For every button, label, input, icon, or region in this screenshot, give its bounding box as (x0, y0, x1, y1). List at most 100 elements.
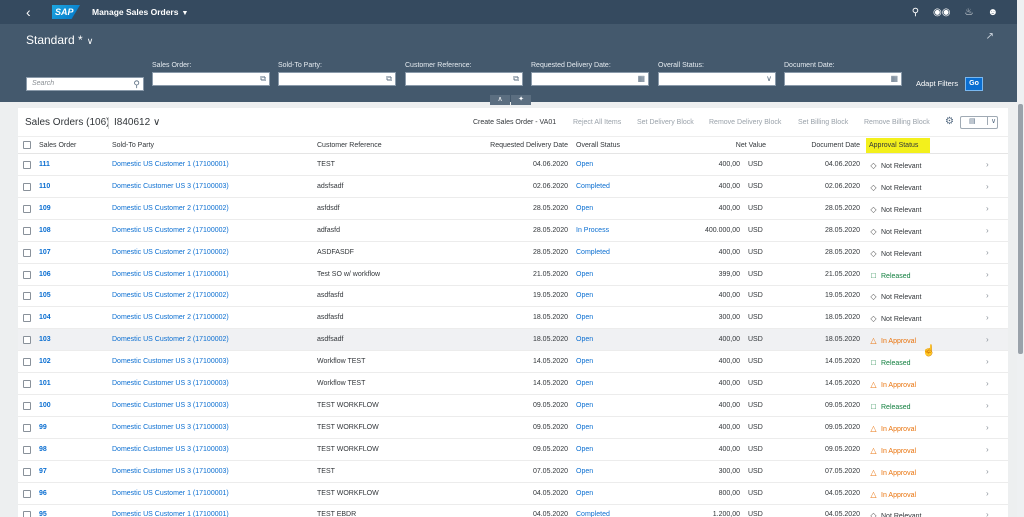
remove-delivery-block-button[interactable]: Remove Delivery Block (709, 119, 781, 126)
sold-to-party-link[interactable]: Domestic US Customer 2 (17100002) (112, 249, 229, 256)
adapt-filters-button[interactable]: Adapt Filters (916, 79, 958, 88)
value-help-icon[interactable]: ⧉ (513, 73, 519, 85)
sales-order-link[interactable]: 104 (39, 314, 51, 321)
overall-status-select[interactable]: ∨ (658, 72, 776, 86)
overall-status-link[interactable]: Open (576, 424, 593, 431)
sold-to-party-input[interactable]: ⧉ (278, 72, 396, 86)
overall-status-link[interactable]: Open (576, 358, 593, 365)
col-document-date[interactable]: Document Date (778, 142, 860, 149)
chevron-right-icon[interactable]: › (986, 335, 989, 344)
chevron-right-icon[interactable]: › (986, 270, 989, 279)
col-overall-status[interactable]: Overall Status (576, 142, 620, 149)
sap-logo[interactable]: SAP (52, 5, 80, 19)
overall-status-link[interactable]: Completed (576, 511, 610, 517)
table-row[interactable]: 105 Domestic US Customer 2 (17100002) asdf… (18, 285, 1008, 308)
create-sales-order-button[interactable]: Create Sales Order - VA01 (473, 119, 556, 126)
col-customer-reference[interactable]: Customer Reference (317, 142, 382, 149)
col-requested-delivery-date[interactable]: Requested Delivery Date (458, 142, 568, 149)
row-checkbox[interactable] (23, 292, 31, 301)
row-checkbox[interactable] (23, 445, 31, 454)
table-row[interactable]: 103 Domestic US Customer 2 (17100002) asdf… (18, 329, 1008, 352)
table-variant-selector[interactable]: I840612 ∨ (114, 117, 160, 128)
table-row[interactable]: 101 Domestic Customer US 3 (17100003) Work… (18, 373, 1008, 395)
overall-status-link[interactable]: Open (576, 205, 593, 212)
row-checkbox[interactable] (23, 161, 31, 169)
table-row[interactable]: 102 Domestic Customer US 3 (17100003) Work… (18, 351, 1008, 374)
chevron-right-icon[interactable]: › (986, 467, 989, 476)
search-icon[interactable]: ⚲ (912, 7, 919, 18)
table-row[interactable]: 95 Domestic US Customer 1 (17100001) TEST … (18, 504, 1008, 517)
sold-to-party-link[interactable]: Domestic Customer US 3 (17100003) (112, 424, 229, 431)
row-checkbox[interactable] (23, 314, 31, 323)
table-row[interactable]: 98 Domestic Customer US 3 (17100003) TEST … (18, 439, 1008, 461)
sales-order-link[interactable]: 109 (39, 205, 51, 212)
back-arrow-icon[interactable]: ‹ (26, 0, 48, 24)
go-button[interactable]: Go (965, 77, 983, 91)
table-row[interactable]: 108 Domestic US Customer 2 (17100002) adfa… (18, 220, 1008, 242)
sales-order-link[interactable]: 99 (39, 424, 47, 431)
sold-to-party-link[interactable]: Domestic US Customer 1 (17100001) (112, 490, 229, 497)
row-checkbox[interactable] (23, 358, 31, 367)
binoculars-icon[interactable]: ◉◉ (933, 7, 950, 18)
chevron-right-icon[interactable]: › (986, 423, 989, 432)
sales-order-link[interactable]: 110 (39, 183, 50, 190)
row-checkbox[interactable] (23, 204, 31, 213)
sales-order-link[interactable]: 111 (39, 161, 50, 168)
chevron-right-icon[interactable]: › (986, 357, 989, 366)
value-help-icon[interactable]: ⧉ (260, 73, 266, 85)
overall-status-link[interactable]: Open (576, 271, 593, 278)
sold-to-party-link[interactable]: Domestic Customer US 3 (17100003) (112, 446, 229, 453)
sales-order-link[interactable]: 105 (39, 292, 51, 299)
remove-billing-block-button[interactable]: Remove Billing Block (864, 119, 930, 126)
value-help-icon[interactable]: ⧉ (386, 73, 392, 85)
row-checkbox[interactable] (23, 336, 31, 345)
sales-order-link[interactable]: 108 (39, 227, 51, 234)
calendar-icon[interactable]: ▦ (890, 73, 898, 85)
overall-status-link[interactable]: Open (576, 314, 593, 321)
overall-status-link[interactable]: In Process (576, 227, 609, 234)
chevron-right-icon[interactable]: › (986, 291, 989, 300)
requested-delivery-date-input[interactable]: ▦ (531, 72, 649, 86)
variant-selector[interactable]: Standard * ∨ (26, 33, 93, 47)
sales-order-link[interactable]: 100 (39, 402, 51, 409)
row-checkbox[interactable] (23, 489, 31, 498)
chevron-right-icon[interactable]: › (986, 445, 989, 454)
col-net-value[interactable]: Net Value (678, 142, 766, 149)
chevron-right-icon[interactable]: › (986, 510, 989, 517)
chevron-right-icon[interactable]: › (986, 489, 989, 498)
table-row[interactable]: 107 Domestic US Customer 2 (17100002) ASDF… (18, 242, 1008, 264)
sold-to-party-link[interactable]: Domestic Customer US 3 (17100003) (112, 358, 229, 365)
search-input[interactable]: Search ⚲ (26, 77, 144, 91)
sold-to-party-link[interactable]: Domestic US Customer 2 (17100002) (112, 227, 229, 234)
share-icon[interactable]: ↗ (986, 31, 994, 42)
export-button[interactable]: ▤ ∨ (960, 116, 998, 129)
chevron-right-icon[interactable]: › (986, 379, 989, 388)
col-sold-to-party[interactable]: Sold-To Party (112, 142, 154, 149)
table-row[interactable]: 96 Domestic US Customer 1 (17100001) TEST … (18, 483, 1008, 505)
calendar-icon[interactable]: ▦ (637, 73, 645, 85)
sold-to-party-link[interactable]: Domestic US Customer 2 (17100002) (112, 205, 229, 212)
overall-status-link[interactable]: Completed (576, 183, 610, 190)
document-date-input[interactable]: ▦ (784, 72, 902, 86)
collapse-header-icon[interactable]: ∧ (490, 95, 510, 105)
sales-order-input[interactable]: ⧉ (152, 72, 270, 86)
col-approval-status[interactable]: Approval Status (869, 142, 918, 149)
sold-to-party-link[interactable]: Domestic US Customer 1 (17100001) (112, 161, 229, 168)
chevron-right-icon[interactable]: › (986, 401, 989, 410)
sales-order-link[interactable]: 96 (39, 490, 47, 497)
page-scrollbar[interactable] (1017, 0, 1024, 517)
col-sales-order[interactable]: Sales Order (39, 142, 76, 149)
overall-status-link[interactable]: Open (576, 446, 593, 453)
row-checkbox[interactable] (23, 226, 31, 235)
sales-order-link[interactable]: 95 (39, 511, 47, 517)
overall-status-link[interactable]: Open (576, 402, 593, 409)
table-row[interactable]: 106 Domestic US Customer 1 (17100001) Test… (18, 264, 1008, 286)
sold-to-party-link[interactable]: Domestic US Customer 1 (17100001) (112, 511, 229, 517)
scrollbar-thumb[interactable] (1018, 104, 1023, 354)
sold-to-party-link[interactable]: Domestic Customer US 3 (17100003) (112, 468, 229, 475)
chevron-right-icon[interactable]: › (986, 204, 989, 213)
sold-to-party-link[interactable]: Domestic Customer US 3 (17100003) (112, 402, 229, 409)
set-delivery-block-button[interactable]: Set Delivery Block (637, 119, 694, 126)
gear-icon[interactable]: ⚙ (945, 116, 954, 127)
sales-order-link[interactable]: 102 (39, 358, 51, 365)
